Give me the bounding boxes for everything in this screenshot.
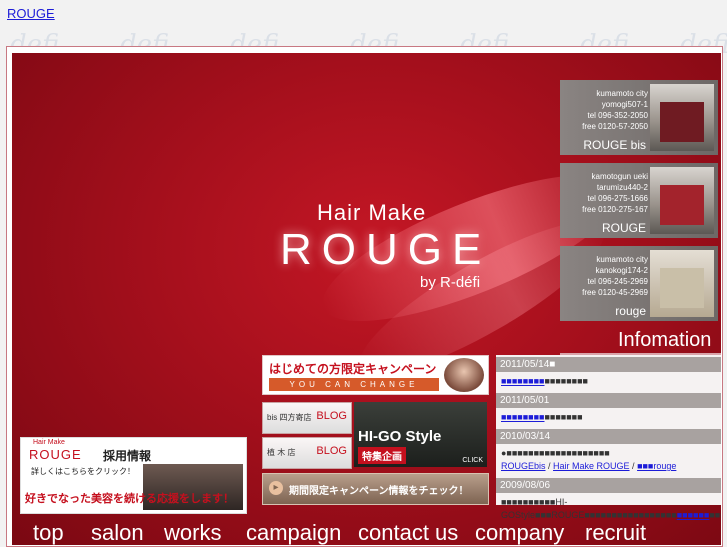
blog-ueki-banner[interactable]: 植 木 店 BLOG xyxy=(262,437,352,469)
higo-title: HI-GO Style xyxy=(358,428,442,445)
recruit-hair-make: Hair Make xyxy=(33,439,65,446)
blog-shop-label: bis 四方寄店 xyxy=(267,413,312,422)
news-item: ■■■■■■■■■■■■■■■■ xyxy=(501,376,588,386)
recruit-rouge: ROUGE xyxy=(29,447,82,462)
shop-photo xyxy=(650,250,714,317)
logo-by-rdefi: by R-défi xyxy=(420,274,481,291)
banner-title: はじめての方限定キャンペーン xyxy=(269,362,437,376)
blog-label: BLOG xyxy=(316,410,347,422)
nav-campaign[interactable]: campaign xyxy=(246,520,341,546)
higo-click: CLICK xyxy=(462,457,483,464)
shop-address: kumamoto city kanokogi174-2 tel 096-245-2… xyxy=(582,255,648,297)
top-home-link[interactable]: ROUGE xyxy=(7,6,55,21)
shop-name: ROUGE bis xyxy=(583,138,646,152)
shop-name: ROUGE xyxy=(601,221,646,235)
first-time-campaign-banner[interactable]: はじめての方限定キャンペーン YOU CAN CHANGE xyxy=(262,355,489,395)
news-date: 2010/03/14 xyxy=(496,429,721,444)
nav-salon[interactable]: salon xyxy=(91,520,144,546)
news-item: ■■■■■■■■■■■■■■■ xyxy=(501,412,583,422)
blog-bis-banner[interactable]: bis 四方寄店 BLOG xyxy=(262,402,352,434)
nav-contact[interactable]: contact us xyxy=(358,520,458,546)
news-date: 2009/08/06 xyxy=(496,478,721,493)
news-link-rougebis[interactable]: ROUGEbis xyxy=(501,461,546,471)
chevron-right-icon: ▸ xyxy=(269,481,283,495)
blog-label: BLOG xyxy=(316,445,347,457)
shop-photo xyxy=(650,167,714,234)
nav-top[interactable]: top xyxy=(33,520,64,546)
news-link-hairmake[interactable]: Hair Make ROUGE xyxy=(553,461,630,471)
news-panel: 2011/05/14■ ■■■■■■■■■■■■■■■■ 2011/05/01 … xyxy=(496,355,721,520)
shop-address: kamotogun ueki tarumizu440-2 tel 096-275-… xyxy=(582,172,648,214)
higo-style-banner[interactable]: HI-GO Style 特集企画 CLICK xyxy=(354,402,487,467)
logo-rouge: ROUGE xyxy=(280,225,492,274)
nav-works[interactable]: works xyxy=(164,520,221,546)
news-item: ●■■■■■■■■■■■■■■■■■■■ ROUGEbis / Hair Mak… xyxy=(501,448,677,471)
shop-name: rouge xyxy=(615,304,646,318)
recruit-banner[interactable]: Hair Make ROUGE 採用情報 詳しくはこちらをクリック！ 好きでなっ… xyxy=(20,437,247,514)
recruit-message: 好きでなった美容を続ける応援をします！ xyxy=(25,493,234,505)
shop-card-rouge[interactable]: kamotogun ueki tarumizu440-2 tel 096-275-… xyxy=(560,163,718,238)
news-link[interactable]: ■■■■■■■■ xyxy=(501,376,545,386)
campaign-label: 期間限定キャンペーン情報をチェック！ xyxy=(289,486,469,497)
shop-photo xyxy=(650,84,714,151)
blog-shop-label: 植 木 店 xyxy=(267,448,296,457)
news-date: 2011/05/01 xyxy=(496,393,721,408)
higo-subtitle: 特集企画 xyxy=(358,447,406,464)
nav-recruit[interactable]: recruit xyxy=(585,520,646,546)
main-stage: Hair Make ROUGE by R-défi kumamoto city y… xyxy=(12,53,721,545)
info-title: Infomation xyxy=(618,329,712,351)
limited-campaign-button[interactable]: ▸ 期間限定キャンペーン情報をチェック！ xyxy=(262,473,489,505)
news-link[interactable]: ■■■■■■ xyxy=(677,510,710,520)
recruit-click: 詳しくはこちらをクリック！ xyxy=(31,467,135,476)
shop-card-bis[interactable]: kumamoto city yomogi507-1 tel 096-352-205… xyxy=(560,80,718,155)
nav-company[interactable]: company xyxy=(475,520,564,546)
logo-hair-make: Hair Make xyxy=(317,200,427,225)
shop-address: kumamoto city yomogi507-1 tel 096-352-205… xyxy=(582,89,648,131)
banner-subtitle: YOU CAN CHANGE xyxy=(269,378,439,391)
news-link-rouge[interactable]: ■■■rouge xyxy=(637,461,676,471)
main-nav: top salon works campaign contact us comp… xyxy=(12,520,721,545)
shop-card-rouge-small[interactable]: kumamoto city kanokogi174-2 tel 096-245-2… xyxy=(560,246,718,321)
news-date: 2011/05/14■ xyxy=(496,357,721,372)
model-photo xyxy=(444,358,484,392)
news-link[interactable]: ■■■■■■■■ xyxy=(501,412,545,422)
recruit-title: 採用情報 xyxy=(103,449,152,463)
